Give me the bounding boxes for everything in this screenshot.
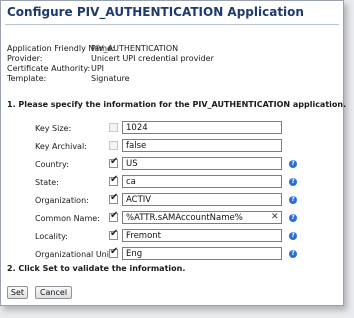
key-archival-input[interactable] xyxy=(122,139,282,152)
key-size-checkbox[interactable] xyxy=(109,123,118,132)
organizational-unit-input[interactable] xyxy=(122,247,282,260)
common-name-checkbox[interactable]: ✔ xyxy=(109,210,119,222)
common-name-input[interactable] xyxy=(122,211,282,224)
key-size-input[interactable] xyxy=(122,121,282,134)
country-checkbox[interactable]: ✔ xyxy=(109,156,119,168)
checkmark-icon: ✔ xyxy=(110,210,119,221)
checkmark-icon: ✔ xyxy=(110,246,119,257)
configure-dialog: Configure PIV_AUTHENTICATION Application… xyxy=(0,0,347,306)
locality-checkbox[interactable]: ✔ xyxy=(109,228,119,240)
info-row-friendly-name: Application Friendly Name:PIV_AUTHENTICA… xyxy=(7,44,214,54)
help-icon[interactable]: ? xyxy=(289,232,297,240)
field-label: State: xyxy=(35,178,59,187)
section-2-heading: 2. Click Set to validate the information… xyxy=(7,264,186,273)
field-label: Key Archival: xyxy=(35,142,87,151)
checkmark-icon: ✔ xyxy=(110,174,119,185)
checkmark-icon: ✔ xyxy=(110,192,119,203)
field-label: Organization: xyxy=(35,196,89,205)
help-icon[interactable]: ? xyxy=(289,214,297,222)
key-archival-checkbox[interactable] xyxy=(109,141,118,150)
info-label: Application Friendly Name: xyxy=(7,44,115,53)
title-divider xyxy=(5,24,339,25)
country-input[interactable] xyxy=(122,157,282,170)
info-label: Provider: xyxy=(7,54,43,63)
info-row-certificate-authority: Certificate Authority:UPI xyxy=(7,64,214,74)
field-label: Common Name: xyxy=(35,214,100,223)
info-value: PIV_AUTHENTICATION xyxy=(91,44,179,53)
field-label: Locality: xyxy=(35,232,68,241)
locality-input[interactable] xyxy=(122,229,282,242)
checkmark-icon: ✔ xyxy=(110,156,119,167)
field-label: Country: xyxy=(35,160,69,169)
cancel-button[interactable]: Cancel xyxy=(35,286,72,299)
field-label: Key Size: xyxy=(35,124,72,133)
state-input[interactable] xyxy=(122,175,282,188)
help-icon[interactable]: ? xyxy=(289,178,297,186)
page-title: Configure PIV_AUTHENTICATION Application xyxy=(7,5,304,19)
info-value: UPI xyxy=(91,64,105,73)
application-info: Application Friendly Name:PIV_AUTHENTICA… xyxy=(7,44,214,84)
set-button[interactable]: Set xyxy=(7,286,28,299)
info-row-template: Template: Signature xyxy=(7,74,214,84)
info-value: Unicert UPI credential provider xyxy=(91,54,214,63)
organization-input[interactable] xyxy=(122,193,282,206)
organizational-unit-checkbox[interactable]: ✔ xyxy=(109,246,119,258)
info-label: Template: xyxy=(7,74,47,83)
state-checkbox[interactable]: ✔ xyxy=(109,174,119,186)
info-row-provider: Provider: Unicert UPI credential provider xyxy=(7,54,214,64)
organization-checkbox[interactable]: ✔ xyxy=(109,192,119,204)
help-icon[interactable]: ? xyxy=(289,196,297,204)
checkmark-icon: ✔ xyxy=(110,228,119,239)
section-1-heading: 1. Please specify the information for th… xyxy=(7,100,347,109)
help-icon[interactable]: ? xyxy=(289,250,297,258)
help-icon[interactable]: ? xyxy=(289,160,297,168)
field-label: Organizational Unit: xyxy=(35,250,115,259)
info-label: Certificate Authority: xyxy=(7,64,91,73)
clear-icon[interactable]: ✕ xyxy=(271,212,279,223)
info-value: Signature xyxy=(91,74,130,83)
